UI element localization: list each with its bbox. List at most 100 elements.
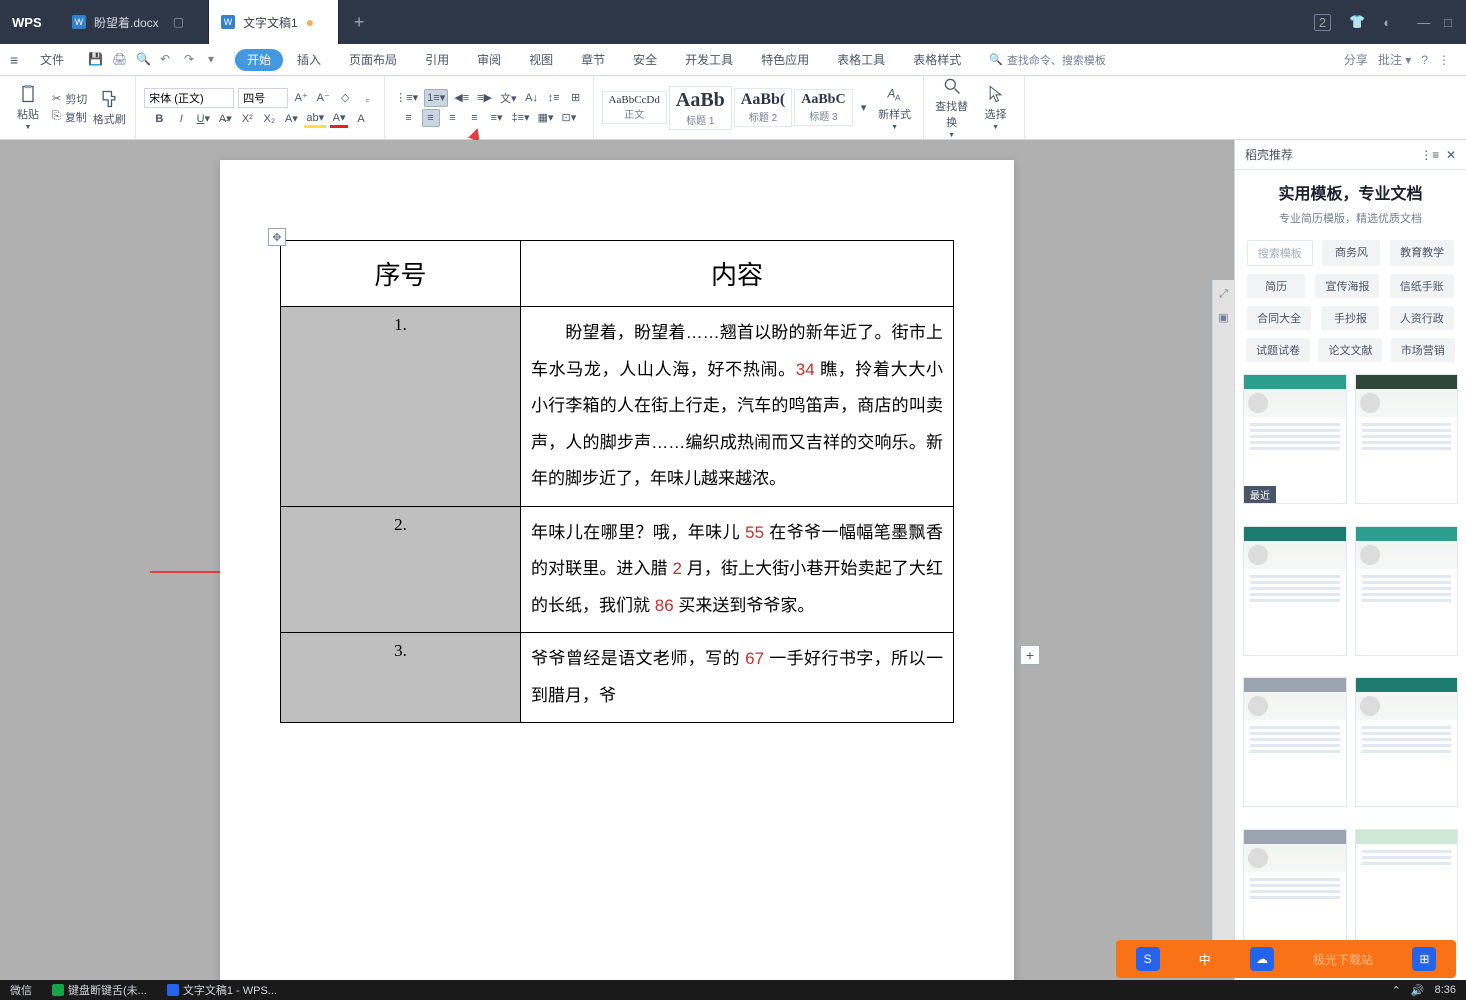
- template-tag[interactable]: 宣传海报: [1315, 274, 1379, 298]
- increase-indent-icon[interactable]: ≡▶: [475, 89, 494, 107]
- template-card[interactable]: [1243, 829, 1347, 959]
- clear-format-icon[interactable]: ◇: [336, 89, 354, 107]
- command-search[interactable]: 🔍 查找命令、搜索模板: [989, 52, 1106, 68]
- template-card[interactable]: [1355, 829, 1459, 959]
- menu-reference[interactable]: 引用: [411, 44, 463, 76]
- font-name-select[interactable]: [144, 88, 234, 108]
- format-painter-button[interactable]: 格式刷: [91, 89, 127, 127]
- asian-layout-icon[interactable]: 文▾: [498, 89, 519, 107]
- style-heading1[interactable]: AaBb标题 1: [669, 86, 732, 130]
- decrease-indent-icon[interactable]: ◀≡: [452, 89, 471, 107]
- char-shading-button[interactable]: A: [352, 110, 370, 128]
- text-effect-button[interactable]: A▾: [282, 110, 300, 128]
- panel-menu-icon[interactable]: ⋮≡: [1420, 148, 1439, 162]
- file-menu[interactable]: 文件: [26, 44, 78, 76]
- style-normal[interactable]: AaBbCcDd正文: [602, 91, 667, 124]
- justify-icon[interactable]: ≡: [466, 109, 484, 127]
- tool-icon[interactable]: ▣: [1218, 311, 1228, 324]
- bullet-list-icon[interactable]: ⋮≡▾: [393, 89, 420, 107]
- menu-view[interactable]: 视图: [515, 44, 567, 76]
- menu-tabletools[interactable]: 表格工具: [823, 44, 899, 76]
- clock[interactable]: 8:36: [1435, 984, 1456, 996]
- template-tag[interactable]: 市场营销: [1391, 338, 1455, 362]
- template-tag[interactable]: 试题试卷: [1246, 338, 1310, 362]
- taskbar-app[interactable]: 键盘断键舌(未...: [42, 982, 157, 998]
- align-left-icon[interactable]: ≡: [400, 109, 418, 127]
- decrease-font-icon[interactable]: A⁻: [314, 89, 332, 107]
- cell-index[interactable]: 2.: [281, 506, 521, 633]
- line-height-icon[interactable]: ‡≡▾: [510, 109, 532, 127]
- document-area[interactable]: ✥ 序号 内容 1. 盼望着，盼望着……翘首以盼的新年近了。街市上车水马龙，人山…: [0, 140, 1234, 980]
- template-tag[interactable]: 简历: [1247, 274, 1305, 298]
- superscript-button[interactable]: X²: [238, 110, 256, 128]
- user-avatar-icon[interactable]: ◐: [1383, 15, 1391, 30]
- styles-more-icon[interactable]: ▾: [855, 99, 873, 117]
- template-card[interactable]: [1355, 374, 1459, 504]
- save-icon[interactable]: 💾: [88, 52, 104, 68]
- align-center-icon[interactable]: ≡: [422, 109, 440, 127]
- cell-content[interactable]: 爷爷曾经是语文老师，写的 67 一手好行书字，所以一到腊月，爷: [521, 633, 954, 723]
- template-tag[interactable]: 论文文献: [1318, 338, 1382, 362]
- taskbar-app[interactable]: 微信: [0, 982, 42, 998]
- distribute-icon[interactable]: ≡▾: [488, 109, 506, 127]
- menu-tablestyle[interactable]: 表格样式: [899, 44, 975, 76]
- badge-count[interactable]: 2: [1314, 14, 1331, 31]
- style-heading3[interactable]: AaBbC标题 3: [794, 89, 852, 126]
- cell-content[interactable]: 年味儿在哪里？哦，年味儿 55 在爷爷一幅幅笔墨飘香的对联里。进入腊 2 月，街…: [521, 506, 954, 633]
- menu-review[interactable]: 审阅: [463, 44, 515, 76]
- line-spacing-icon[interactable]: ↕≡: [545, 89, 563, 107]
- table-header-content[interactable]: 内容: [521, 241, 954, 307]
- doc-tab-inactive[interactable]: W 盼望着.docx ▢: [60, 0, 209, 44]
- new-tab-button[interactable]: +: [339, 12, 379, 33]
- tray-icon[interactable]: 🔊: [1411, 984, 1425, 997]
- template-tag[interactable]: 教育教学: [1390, 240, 1454, 266]
- template-tag[interactable]: 商务风: [1322, 240, 1380, 266]
- add-column-button[interactable]: +: [1020, 645, 1040, 665]
- menu-featured[interactable]: 特色应用: [747, 44, 823, 76]
- font-size-select[interactable]: [238, 88, 288, 108]
- search-template-tag[interactable]: 搜索模板: [1247, 240, 1313, 266]
- preview-icon[interactable]: 🔍: [136, 52, 152, 68]
- tab-icon[interactable]: ⊡▾: [560, 109, 579, 127]
- menu-section[interactable]: 章节: [567, 44, 619, 76]
- annotate-button[interactable]: 批注 ▾: [1378, 51, 1411, 68]
- maximize-button[interactable]: □: [1444, 15, 1452, 30]
- paste-button[interactable]: 粘贴▼: [8, 84, 48, 131]
- borders-icon[interactable]: ⊞: [567, 89, 585, 107]
- cut-button[interactable]: ✂剪切: [52, 91, 87, 107]
- increase-font-icon[interactable]: A⁺: [292, 89, 310, 107]
- menu-home[interactable]: 开始: [235, 49, 283, 71]
- font-color-button[interactable]: A▾: [330, 110, 348, 128]
- template-tag[interactable]: 合同大全: [1247, 306, 1311, 330]
- hamburger-icon[interactable]: ≡: [6, 52, 26, 68]
- help-icon[interactable]: ?: [1421, 53, 1428, 67]
- doc-tab-active[interactable]: W 文字文稿1 ●: [209, 0, 339, 44]
- align-right-icon[interactable]: ≡: [444, 109, 462, 127]
- notification-popup[interactable]: S 中 ☁ 极光下载站 ⊞: [1116, 940, 1456, 978]
- template-card[interactable]: 最近: [1243, 374, 1347, 504]
- table-move-handle[interactable]: ✥: [268, 228, 286, 246]
- change-case-icon[interactable]: ꜀: [358, 89, 376, 107]
- sort-icon[interactable]: A↓: [523, 89, 541, 107]
- menu-pagelayout[interactable]: 页面布局: [335, 44, 411, 76]
- more-icon[interactable]: ⋮: [1438, 53, 1450, 67]
- strike-button[interactable]: A̶▾: [216, 110, 234, 128]
- cell-content[interactable]: 盼望着，盼望着……翘首以盼的新年近了。街市上车水马龙，人山人海，好不热闹。34 …: [521, 307, 954, 507]
- style-heading2[interactable]: AaBb(标题 2: [734, 88, 792, 127]
- undo-icon[interactable]: ↶: [160, 52, 176, 68]
- template-card[interactable]: [1243, 677, 1347, 807]
- expand-icon[interactable]: ⤢: [1219, 288, 1228, 301]
- bold-button[interactable]: B: [150, 110, 168, 128]
- template-card[interactable]: [1355, 526, 1459, 656]
- panel-close-icon[interactable]: ✕: [1446, 148, 1456, 162]
- dropdown-icon[interactable]: ▾: [208, 52, 224, 68]
- apparel-icon[interactable]: 👕: [1349, 14, 1365, 30]
- highlight-button[interactable]: ab▾: [304, 110, 326, 128]
- menu-insert[interactable]: 插入: [283, 44, 335, 76]
- print-icon[interactable]: 🖨: [112, 52, 128, 68]
- menu-devtools[interactable]: 开发工具: [671, 44, 747, 76]
- italic-button[interactable]: I: [172, 110, 190, 128]
- tab-monitor-icon[interactable]: ▢: [173, 15, 184, 29]
- redo-icon[interactable]: ↷: [184, 52, 200, 68]
- template-card[interactable]: [1243, 526, 1347, 656]
